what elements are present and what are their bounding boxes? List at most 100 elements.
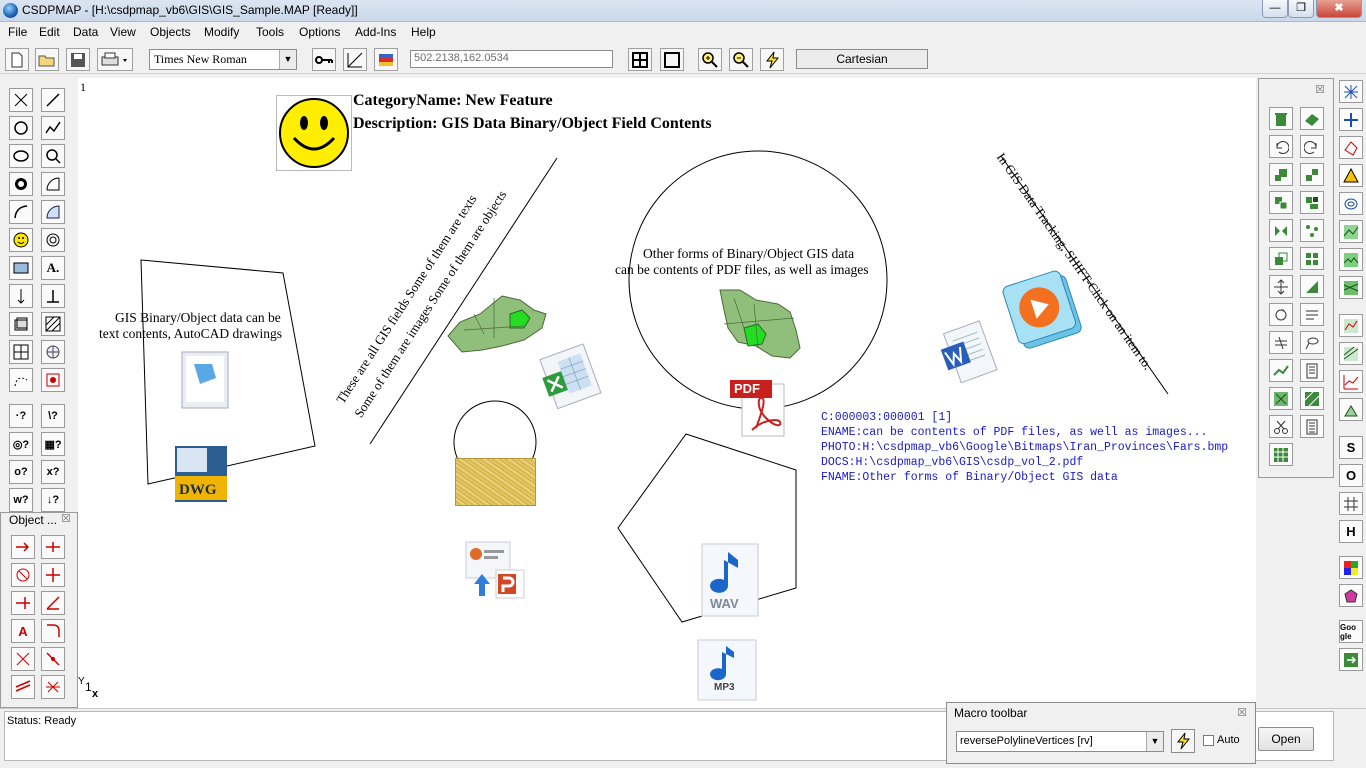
query-w-tool[interactable]: w? — [9, 488, 33, 512]
target-tool[interactable] — [41, 368, 65, 392]
export-tool-button[interactable] — [1339, 648, 1363, 671]
obj-tool-node[interactable] — [41, 647, 65, 671]
parallel-button[interactable] — [1269, 331, 1293, 354]
media-player-icon[interactable] — [998, 266, 1090, 352]
menu-tools[interactable]: Tools — [256, 25, 284, 39]
query-layer-tool[interactable]: ◎? — [9, 432, 33, 456]
drawing-canvas[interactable]: 1 CategoryName: New Feature Description:… — [78, 78, 1256, 708]
relief-tool-button[interactable] — [1339, 276, 1363, 299]
obj-tool-delete-segment[interactable] — [41, 675, 65, 699]
ellipse-tool[interactable] — [9, 144, 33, 168]
big-circle[interactable] — [628, 150, 888, 410]
graph-tool-button[interactable] — [1339, 370, 1363, 393]
zoom-out-button[interactable] — [729, 48, 753, 71]
stretch-button[interactable] — [1300, 275, 1324, 298]
delete-object-button[interactable] — [1269, 107, 1293, 130]
3d-tool-button[interactable] — [1339, 398, 1363, 421]
network-tool-button[interactable] — [1339, 80, 1363, 103]
word-file-icon[interactable] — [934, 318, 1006, 390]
polyline-tool[interactable] — [41, 116, 65, 140]
text-tool[interactable]: A. — [41, 256, 65, 280]
array-button[interactable] — [1300, 247, 1324, 270]
redo-button[interactable] — [1300, 135, 1324, 158]
menu-options[interactable]: Options — [299, 25, 340, 39]
grid-green-button[interactable] — [1269, 443, 1293, 466]
explode-button[interactable] — [1269, 387, 1293, 410]
landscape-tool-button[interactable] — [1339, 248, 1363, 271]
profile-button[interactable] — [1269, 359, 1293, 382]
print-button[interactable] — [97, 48, 133, 71]
region-tool-button[interactable] — [1339, 584, 1363, 607]
menu-edit[interactable]: Edit — [39, 25, 60, 39]
h-tool-button[interactable]: H — [1339, 520, 1363, 543]
spiral-tool[interactable] — [41, 228, 65, 252]
text-document-icon[interactable] — [176, 346, 234, 412]
new-file-button[interactable] — [5, 48, 29, 71]
tile-windows-button[interactable] — [628, 48, 652, 71]
lightning-button[interactable] — [760, 48, 784, 71]
map-tool[interactable] — [9, 256, 33, 280]
freehand-tool[interactable] — [9, 368, 33, 392]
obj-tool-join[interactable] — [11, 591, 35, 615]
dwg-file-icon[interactable]: DWG — [173, 444, 229, 504]
circle-tool[interactable] — [9, 116, 33, 140]
report-button[interactable] — [1300, 359, 1324, 382]
pan-button[interactable] — [1269, 275, 1293, 298]
menu-view[interactable]: View — [110, 25, 136, 39]
arc-measure-tool[interactable] — [41, 172, 65, 196]
macro-toolbar-close-icon[interactable]: ☒ — [1237, 706, 1247, 719]
stack-button[interactable] — [1269, 191, 1293, 214]
menu-file[interactable]: File — [8, 25, 27, 39]
obj-tool-offset[interactable] — [11, 675, 35, 699]
smiley-image[interactable] — [276, 95, 352, 171]
layers-button[interactable] — [374, 48, 398, 71]
eraser-button[interactable] — [1300, 107, 1324, 130]
rotate-button[interactable] — [1269, 303, 1293, 326]
coordinate-readout[interactable]: 502.2138,162.0534 — [410, 50, 613, 68]
auto-checkbox[interactable] — [1203, 735, 1214, 746]
ring-tool[interactable] — [9, 172, 33, 196]
menu-help[interactable]: Help — [411, 25, 436, 39]
s-tool-button[interactable]: S — [1339, 436, 1363, 459]
topographic-map-image[interactable] — [455, 458, 536, 506]
hatch-tool[interactable] — [41, 312, 65, 336]
obj-tool-trim[interactable] — [41, 535, 65, 559]
scale-button[interactable] — [1269, 247, 1293, 270]
lasso-button[interactable] — [1300, 331, 1324, 354]
o-tool-button[interactable]: O — [1339, 464, 1363, 487]
vertical-text-tool[interactable] — [9, 284, 33, 308]
save-button[interactable] — [66, 48, 90, 71]
object-panel-close-icon[interactable]: ☒ — [61, 512, 71, 525]
query-x-tool[interactable]: x? — [41, 460, 65, 484]
obj-tool-extend[interactable] — [11, 535, 35, 559]
cut-button[interactable] — [1269, 415, 1293, 438]
mp3-file-icon[interactable]: MP3 — [696, 638, 760, 702]
arc-tool[interactable] — [9, 200, 33, 224]
snap-button[interactable] — [343, 48, 367, 71]
polygon-tool-button[interactable] — [1339, 136, 1363, 159]
maximize-button[interactable]: ❒ — [1288, 0, 1314, 18]
open-button[interactable]: Open — [1258, 727, 1314, 751]
obj-tool-text[interactable]: A — [11, 619, 35, 643]
open-file-button[interactable] — [35, 48, 59, 71]
google-tool-button[interactable]: Goo gle — [1339, 620, 1363, 643]
menu-modify[interactable]: Modify — [204, 25, 239, 39]
obj-tool-fillet[interactable] — [41, 619, 65, 643]
grid-object-tool[interactable] — [9, 340, 33, 364]
query-db-tool[interactable]: ▦? — [41, 432, 65, 456]
excel-file-icon[interactable] — [533, 340, 609, 410]
mirror-button[interactable] — [1269, 219, 1293, 242]
copy-button[interactable] — [1269, 163, 1293, 186]
group-button[interactable] — [1300, 191, 1324, 214]
query-point-tool[interactable]: ·? — [9, 404, 33, 428]
sheet-button[interactable] — [1300, 415, 1324, 438]
obj-tool-break[interactable] — [11, 563, 35, 587]
query-line-tool[interactable]: \? — [41, 404, 65, 428]
menu-addins[interactable]: Add-Ins — [355, 25, 396, 39]
coordinates-tool-button[interactable] — [1339, 108, 1363, 131]
zoom-circle-tool[interactable] — [41, 144, 65, 168]
close-button[interactable]: ✖ — [1316, 0, 1362, 18]
wav-file-icon[interactable]: WAV — [698, 542, 770, 620]
pattern-button[interactable] — [1300, 387, 1324, 410]
pdf-file-icon[interactable]: PDF — [728, 378, 790, 438]
